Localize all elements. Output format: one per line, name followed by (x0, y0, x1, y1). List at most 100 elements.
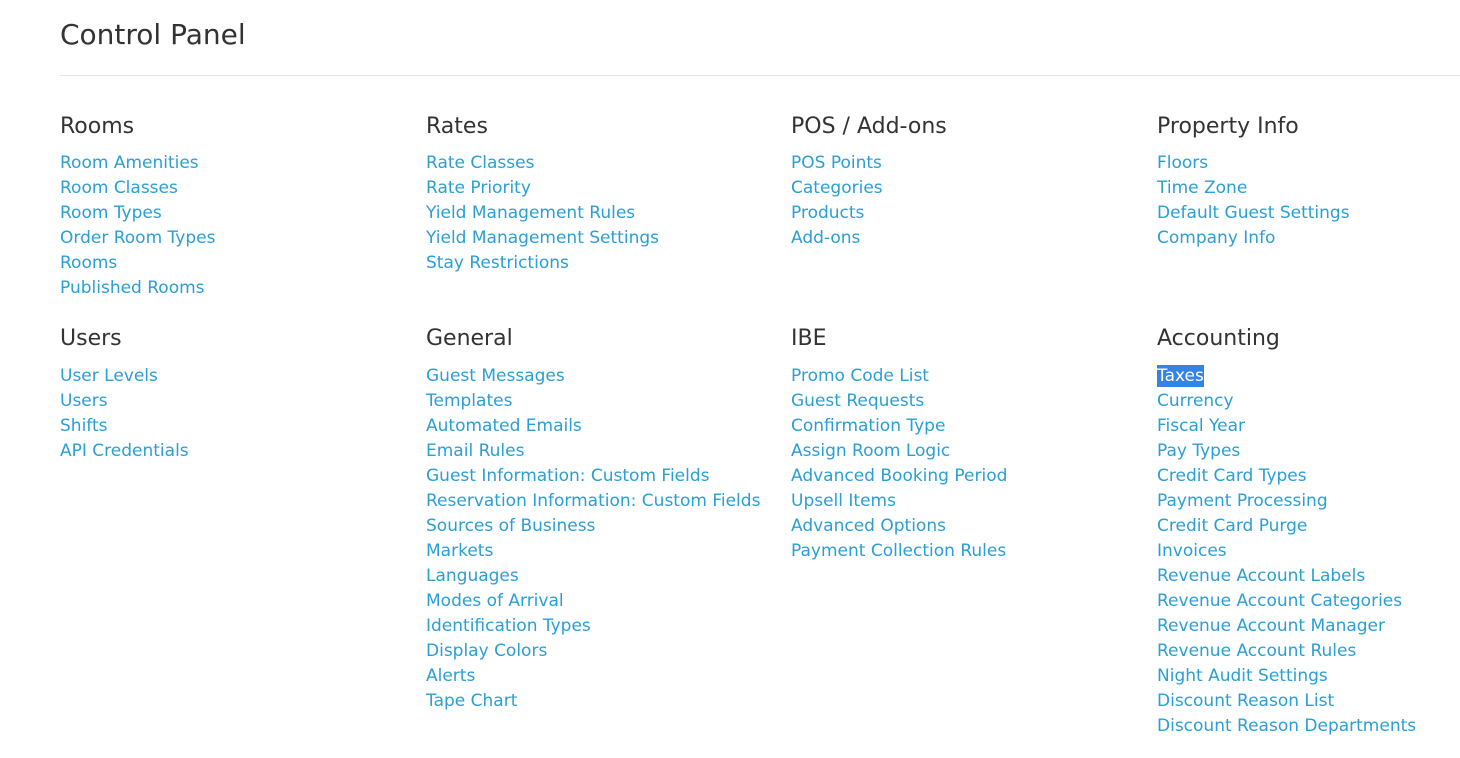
link-time-zone[interactable]: Time Zone (1157, 177, 1247, 199)
list-item: Shifts (60, 413, 420, 438)
list-item: API Credentials (60, 438, 420, 463)
link-list-ibe: Promo Code List Guest Requests Confirmatio… (791, 363, 1151, 563)
link-order-room-types[interactable]: Order Room Types (60, 227, 215, 249)
link-published-rooms[interactable]: Published Rooms (60, 277, 205, 299)
control-panel-page: Control Panel Rooms Room Amenities Room C… (0, 0, 1460, 758)
link-add-ons[interactable]: Add-ons (791, 227, 860, 249)
list-item: Invoices (1157, 538, 1460, 563)
link-fiscal-year[interactable]: Fiscal Year (1157, 415, 1245, 437)
link-currency[interactable]: Currency (1157, 390, 1234, 412)
link-rate-priority[interactable]: Rate Priority (426, 177, 531, 199)
link-sources-of-business[interactable]: Sources of Business (426, 515, 595, 537)
link-list-accounting: Taxes Currency Fiscal Year Pay Types Credit … (1157, 363, 1460, 738)
list-item: Revenue Account Labels (1157, 563, 1460, 588)
link-revenue-account-manager[interactable]: Revenue Account Manager (1157, 615, 1385, 637)
link-pay-types[interactable]: Pay Types (1157, 440, 1240, 462)
link-room-amenities[interactable]: Room Amenities (60, 152, 199, 174)
link-api-credentials[interactable]: API Credentials (60, 440, 189, 462)
link-floors[interactable]: Floors (1157, 152, 1208, 174)
link-credit-card-purge[interactable]: Credit Card Purge (1157, 515, 1307, 537)
link-modes-of-arrival[interactable]: Modes of Arrival (426, 590, 564, 612)
link-user-levels[interactable]: User Levels (60, 365, 158, 387)
link-taxes[interactable]: Taxes (1157, 365, 1204, 387)
link-guest-messages[interactable]: Guest Messages (426, 365, 565, 387)
link-room-classes[interactable]: Room Classes (60, 177, 178, 199)
link-promo-code-list[interactable]: Promo Code List (791, 365, 929, 387)
link-templates[interactable]: Templates (426, 390, 512, 412)
list-item: Rooms (60, 250, 420, 275)
link-products[interactable]: Products (791, 202, 864, 224)
link-yield-management-rules[interactable]: Yield Management Rules (426, 202, 635, 224)
section-heading-rooms: Rooms (60, 114, 135, 139)
link-guest-requests[interactable]: Guest Requests (791, 390, 924, 412)
link-room-types[interactable]: Room Types (60, 202, 162, 224)
list-item: Yield Management Rules (426, 200, 786, 225)
list-item: Markets (426, 538, 786, 563)
list-item: Payment Collection Rules (791, 538, 1151, 563)
list-item: Add-ons (791, 225, 1151, 250)
link-rate-classes[interactable]: Rate Classes (426, 152, 534, 174)
list-item: Revenue Account Rules (1157, 638, 1460, 663)
link-payment-collection-rules[interactable]: Payment Collection Rules (791, 540, 1006, 562)
list-item: Advanced Options (791, 513, 1151, 538)
section-heading-general: General (426, 326, 513, 351)
link-yield-management-settings[interactable]: Yield Management Settings (426, 227, 659, 249)
section-heading-ibe: IBE (791, 326, 827, 351)
list-item: Promo Code List (791, 363, 1151, 388)
link-revenue-account-rules[interactable]: Revenue Account Rules (1157, 640, 1356, 662)
link-identification-types[interactable]: Identification Types (426, 615, 591, 637)
link-guest-information-custom-fields[interactable]: Guest Information: Custom Fields (426, 465, 710, 487)
link-rooms[interactable]: Rooms (60, 252, 117, 274)
list-item: Products (791, 200, 1151, 225)
link-markets[interactable]: Markets (426, 540, 493, 562)
link-advanced-booking-period[interactable]: Advanced Booking Period (791, 465, 1007, 487)
list-item: Assign Room Logic (791, 438, 1151, 463)
link-revenue-account-labels[interactable]: Revenue Account Labels (1157, 565, 1365, 587)
link-invoices[interactable]: Invoices (1157, 540, 1227, 562)
section-heading-pos-add-ons: POS / Add-ons (791, 114, 947, 139)
link-discount-reason-list[interactable]: Discount Reason List (1157, 690, 1334, 712)
link-shifts[interactable]: Shifts (60, 415, 108, 437)
list-item: Confirmation Type (791, 413, 1151, 438)
link-advanced-options[interactable]: Advanced Options (791, 515, 946, 537)
link-tape-chart[interactable]: Tape Chart (426, 690, 517, 712)
link-upsell-items[interactable]: Upsell Items (791, 490, 896, 512)
list-item: Company Info (1157, 225, 1460, 250)
link-assign-room-logic[interactable]: Assign Room Logic (791, 440, 950, 462)
link-night-audit-settings[interactable]: Night Audit Settings (1157, 665, 1328, 687)
list-item: POS Points (791, 150, 1151, 175)
link-email-rules[interactable]: Email Rules (426, 440, 524, 462)
list-item: Discount Reason List (1157, 688, 1460, 713)
link-list-rooms: Room Amenities Room Classes Room Types Orde… (60, 150, 420, 300)
link-payment-processing[interactable]: Payment Processing (1157, 490, 1328, 512)
section-property-info: Property Info Floors Time Zone Default Gue… (1157, 110, 1460, 250)
list-item: Room Types (60, 200, 420, 225)
section-accounting: Accounting Taxes Currency Fiscal Year Pay T… (1157, 322, 1460, 738)
link-languages[interactable]: Languages (426, 565, 519, 587)
list-item: Identification Types (426, 613, 786, 638)
link-automated-emails[interactable]: Automated Emails (426, 415, 582, 437)
link-company-info[interactable]: Company Info (1157, 227, 1275, 249)
link-users[interactable]: Users (60, 390, 108, 412)
link-credit-card-types[interactable]: Credit Card Types (1157, 465, 1307, 487)
list-item: Fiscal Year (1157, 413, 1460, 438)
link-categories[interactable]: Categories (791, 177, 883, 199)
section-general: General Guest Messages Templates Automated… (426, 322, 786, 713)
link-default-guest-settings[interactable]: Default Guest Settings (1157, 202, 1350, 224)
list-item: Rate Priority (426, 175, 786, 200)
link-discount-reason-departments[interactable]: Discount Reason Departments (1157, 715, 1416, 737)
link-list-general: Guest Messages Templates Automated Emails E… (426, 363, 786, 713)
list-item: Currency (1157, 388, 1460, 413)
link-confirmation-type[interactable]: Confirmation Type (791, 415, 945, 437)
link-alerts[interactable]: Alerts (426, 665, 475, 687)
list-item: Reservation Information: Custom Fields (426, 488, 786, 513)
link-pos-points[interactable]: POS Points (791, 152, 882, 174)
list-item: Advanced Booking Period (791, 463, 1151, 488)
link-reservation-information-custom-fields[interactable]: Reservation Information: Custom Fields (426, 490, 760, 512)
section-pos-add-ons: POS / Add-ons POS Points Categories Produc… (791, 110, 1151, 250)
link-display-colors[interactable]: Display Colors (426, 640, 547, 662)
link-revenue-account-categories[interactable]: Revenue Account Categories (1157, 590, 1402, 612)
section-heading-users: Users (60, 326, 122, 351)
list-item: Templates (426, 388, 786, 413)
link-stay-restrictions[interactable]: Stay Restrictions (426, 252, 569, 274)
